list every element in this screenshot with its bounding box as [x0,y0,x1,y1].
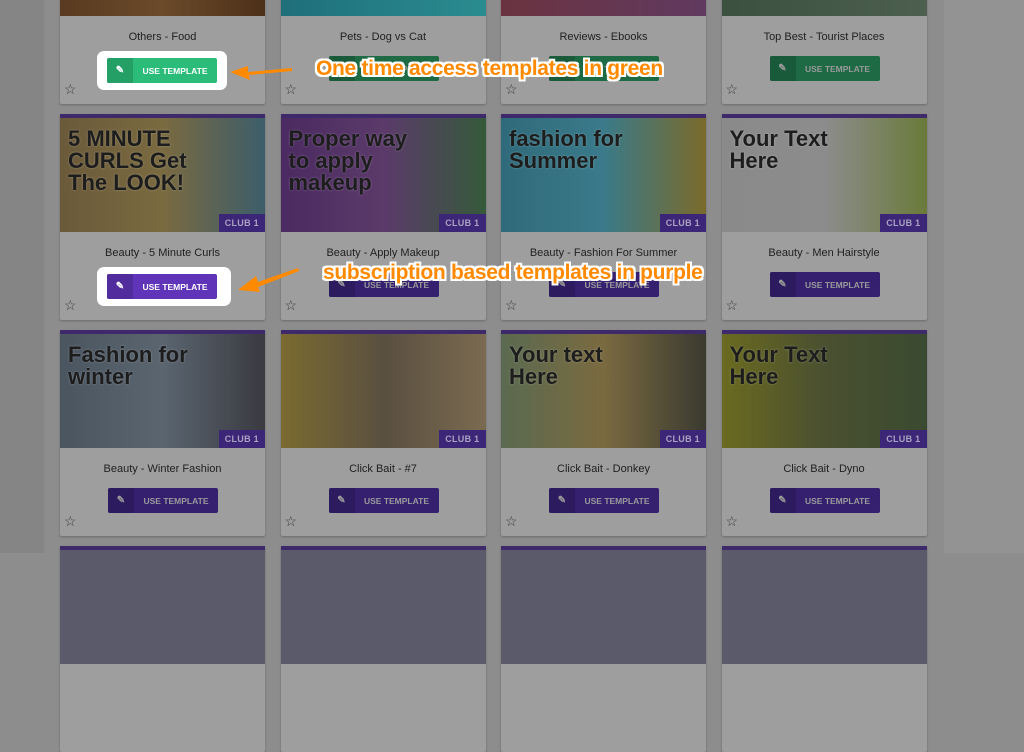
template-card[interactable] [501,546,706,752]
template-thumbnail[interactable] [501,546,706,664]
template-thumbnail[interactable] [280,546,486,664]
template-card[interactable] [60,546,265,752]
template-thumbnail[interactable] [721,546,927,664]
arrow-subscription [238,268,299,292]
annotation-subscription: subscription based templates in purple [323,261,703,284]
template-card[interactable] [280,546,486,752]
annotation-one-time: One time access templates in green [316,57,663,80]
arrow-one-time [230,66,292,80]
template-card[interactable] [721,546,927,752]
template-thumbnail[interactable] [60,546,265,664]
